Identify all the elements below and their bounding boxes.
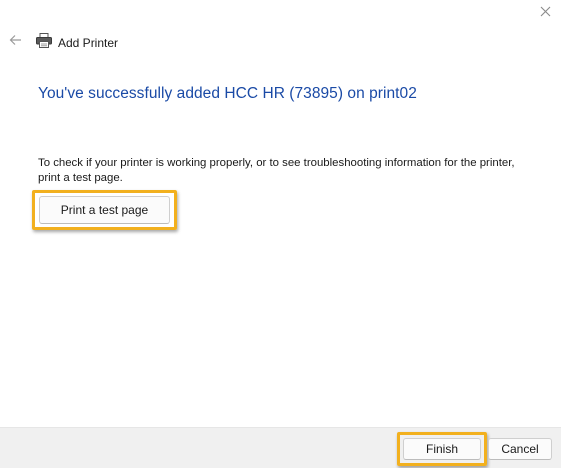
back-button[interactable] [6,34,24,50]
test-page-description: To check if your printer is working prop… [38,157,515,184]
printer-icon [36,33,52,53]
finish-button[interactable]: Finish [403,438,481,460]
back-arrow-icon [9,33,22,51]
close-button[interactable] [535,4,555,22]
success-heading: You've successfully added HCC HR (73895)… [38,85,417,102]
close-icon [540,4,551,22]
window-title-row: Add Printer [36,33,119,53]
print-test-page-button[interactable]: Print a test page [39,196,170,224]
cancel-button[interactable]: Cancel [488,438,552,460]
add-printer-window: Add Printer You've successfully added HC… [0,0,561,468]
window-title: Add Printer [58,36,119,50]
